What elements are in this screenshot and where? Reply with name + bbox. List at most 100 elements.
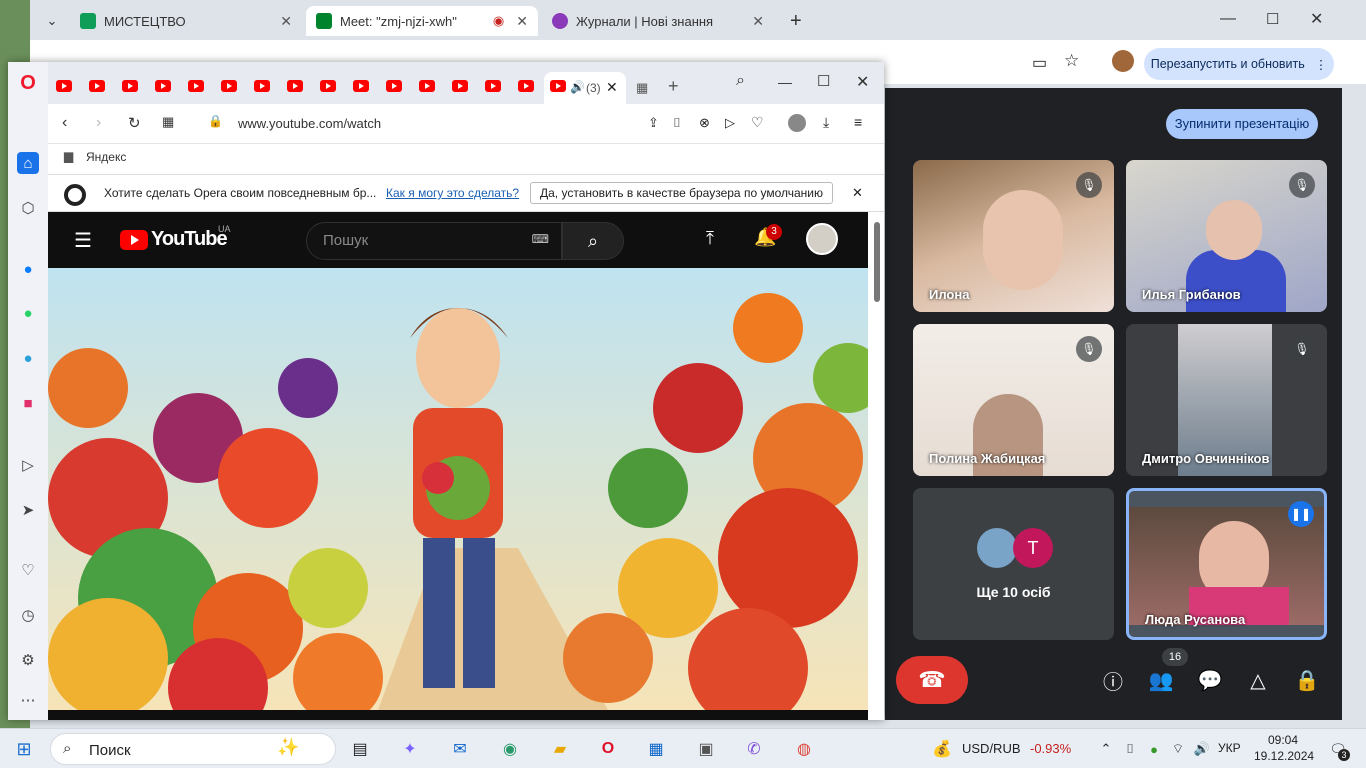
cube-icon[interactable]: ⬡ — [17, 197, 39, 219]
minimize-button[interactable]: — — [778, 74, 792, 90]
youtube-tab[interactable] — [122, 80, 138, 92]
send-icon[interactable]: ▷ — [725, 115, 735, 131]
close-icon[interactable]: ✕ — [752, 13, 764, 30]
tray-icon[interactable]: ⌷ — [1118, 737, 1142, 761]
youtube-tab[interactable] — [419, 80, 435, 92]
volume-icon[interactable]: 🔊 — [1190, 737, 1214, 761]
home-icon[interactable]: ⌂ — [17, 152, 39, 174]
close-icon[interactable]: ✕ — [606, 79, 618, 96]
youtube-tab[interactable] — [89, 80, 105, 92]
participant-tile[interactable]: 🎙 Дмитро Овчинніков — [1126, 324, 1327, 476]
heart-icon[interactable]: ♡ — [17, 559, 39, 581]
app-icon[interactable]: ▣ — [694, 737, 718, 761]
youtube-logo-text[interactable]: YouTube — [151, 228, 228, 251]
participant-tile-active[interactable]: ❚❚ Люда Русанова — [1126, 488, 1327, 640]
reload-icon[interactable]: ↻ — [128, 114, 141, 132]
camera-icon[interactable]: ▭ — [1032, 53, 1047, 73]
tab-mistetstvo[interactable]: МИСТЕЦТВО ✕ — [70, 6, 302, 36]
back-icon[interactable]: ‹ — [62, 114, 67, 132]
youtube-tab[interactable] — [485, 80, 501, 92]
chat-icon[interactable]: 💬 — [1195, 665, 1225, 695]
maximize-button[interactable]: ☐ — [817, 72, 830, 90]
close-icon[interactable]: ✕ — [852, 185, 863, 201]
instagram-icon[interactable]: ■ — [17, 392, 39, 414]
account-avatar[interactable] — [806, 223, 838, 255]
chevron-up-icon[interactable]: ⌃ — [1094, 737, 1118, 761]
explorer-icon[interactable]: ▰ — [548, 737, 572, 761]
youtube-tab[interactable] — [452, 80, 468, 92]
youtube-tab[interactable] — [221, 80, 237, 92]
clock-date[interactable]: 19.12.2024 — [1254, 749, 1314, 763]
profile-icon[interactable] — [788, 114, 806, 132]
minimize-button[interactable]: — — [1220, 10, 1236, 28]
end-call-button[interactable]: ☎ — [896, 656, 968, 704]
youtube-tab[interactable] — [155, 80, 171, 92]
copilot-icon[interactable]: ✦ — [398, 737, 422, 761]
search-input[interactable]: Пошук ⌨ — [306, 222, 562, 260]
easy-setup-icon[interactable]: ≡ — [854, 114, 862, 130]
wifi-icon[interactable]: ⌔ — [1166, 737, 1190, 761]
tab-search-button[interactable]: ⌄ — [34, 6, 70, 36]
youtube-tab[interactable] — [518, 80, 534, 92]
active-youtube-tab[interactable]: 🔊 (3) ✕ — [544, 72, 626, 104]
viber-icon[interactable]: ✆ — [742, 737, 766, 761]
set-default-button[interactable]: Да, установить в качестве браузера по ум… — [530, 182, 833, 204]
new-tab-button[interactable]: + — [668, 76, 679, 97]
youtube-tab[interactable] — [386, 80, 402, 92]
profile-avatar[interactable] — [1112, 50, 1134, 72]
upload-icon[interactable]: ⤒ — [706, 228, 714, 249]
forward-icon[interactable]: › — [96, 114, 101, 132]
close-window-button[interactable]: ✕ — [856, 72, 869, 92]
youtube-tab[interactable] — [320, 80, 336, 92]
bookmark-yandex[interactable]: Яндекс — [86, 150, 126, 164]
share-icon[interactable]: ⇪ — [648, 115, 659, 131]
tray-icon[interactable]: ● — [1142, 737, 1166, 761]
language-indicator[interactable]: УКР — [1218, 741, 1241, 755]
store-icon[interactable]: ▦ — [644, 737, 668, 761]
download-icon[interactable]: ⤓ — [823, 114, 829, 131]
mail-icon[interactable]: ✉ — [448, 737, 472, 761]
page-scrollbar[interactable] — [874, 222, 880, 302]
participant-tile[interactable]: 🎙 Илья Грибанов — [1126, 160, 1327, 312]
snapshot-icon[interactable]: ⌷ — [673, 115, 681, 131]
info-icon[interactable]: ⓘ — [1098, 665, 1128, 695]
history-icon[interactable]: ◷ — [17, 604, 39, 626]
settings-icon[interactable]: ⚙ — [17, 649, 39, 671]
tab-zhurnaly[interactable]: Журнали | Нові знання ✕ — [542, 6, 774, 36]
close-icon[interactable]: ✕ — [280, 13, 292, 30]
telegram-icon[interactable]: ● — [17, 347, 39, 369]
start-button[interactable]: ⊞ — [12, 737, 36, 761]
player-icon[interactable]: ▷ — [17, 454, 39, 476]
infobar-link[interactable]: Как я могу это сделать? — [386, 186, 519, 200]
youtube-tab[interactable] — [254, 80, 270, 92]
participant-tile[interactable]: 🎙 Илона — [913, 160, 1114, 312]
chrome-taskbar-icon[interactable]: ◍ — [792, 737, 816, 761]
heart-icon[interactable]: ♡ — [751, 114, 764, 131]
whatsapp-icon[interactable]: ● — [17, 302, 39, 324]
youtube-tab[interactable] — [188, 80, 204, 92]
youtube-tab[interactable] — [56, 80, 72, 92]
video-player[interactable] — [48, 268, 868, 710]
participant-tile[interactable]: 🎙 Полина Жабицкая — [913, 324, 1114, 476]
new-tab-button[interactable]: + — [780, 6, 810, 36]
tabs-overview-icon[interactable]: ▦ — [162, 114, 174, 130]
tab-meet[interactable]: Meet: "zmj-njzi-xwh" ◉ ✕ — [306, 6, 538, 36]
maximize-button[interactable]: ☐ — [1266, 10, 1279, 28]
people-icon[interactable]: 👥 — [1146, 665, 1176, 695]
tab-grid-icon[interactable]: ▦ — [636, 80, 648, 96]
close-icon[interactable]: ✕ — [516, 13, 528, 30]
task-view-icon[interactable]: ▤ — [348, 737, 372, 761]
youtube-logo-icon[interactable] — [120, 230, 148, 250]
menu-icon[interactable]: ☰ — [74, 228, 92, 253]
more-icon[interactable]: ⋯ — [17, 689, 39, 711]
close-window-button[interactable]: ✕ — [1310, 9, 1323, 29]
search-tabs-icon[interactable]: ⌕ — [736, 72, 745, 90]
host-controls-icon[interactable]: 🔒 — [1292, 665, 1322, 695]
stop-presentation-button[interactable]: Зупинити презентацію — [1166, 109, 1318, 139]
star-icon[interactable]: ☆ — [1064, 51, 1079, 71]
opera-logo[interactable]: O — [17, 72, 39, 94]
keyboard-icon[interactable]: ⌨ — [532, 232, 549, 246]
clock-time[interactable]: 09:04 — [1268, 733, 1298, 747]
restart-update-button[interactable]: Перезапустить и обновить ⋮ — [1144, 48, 1334, 80]
opera-taskbar-icon[interactable]: O — [596, 737, 620, 761]
